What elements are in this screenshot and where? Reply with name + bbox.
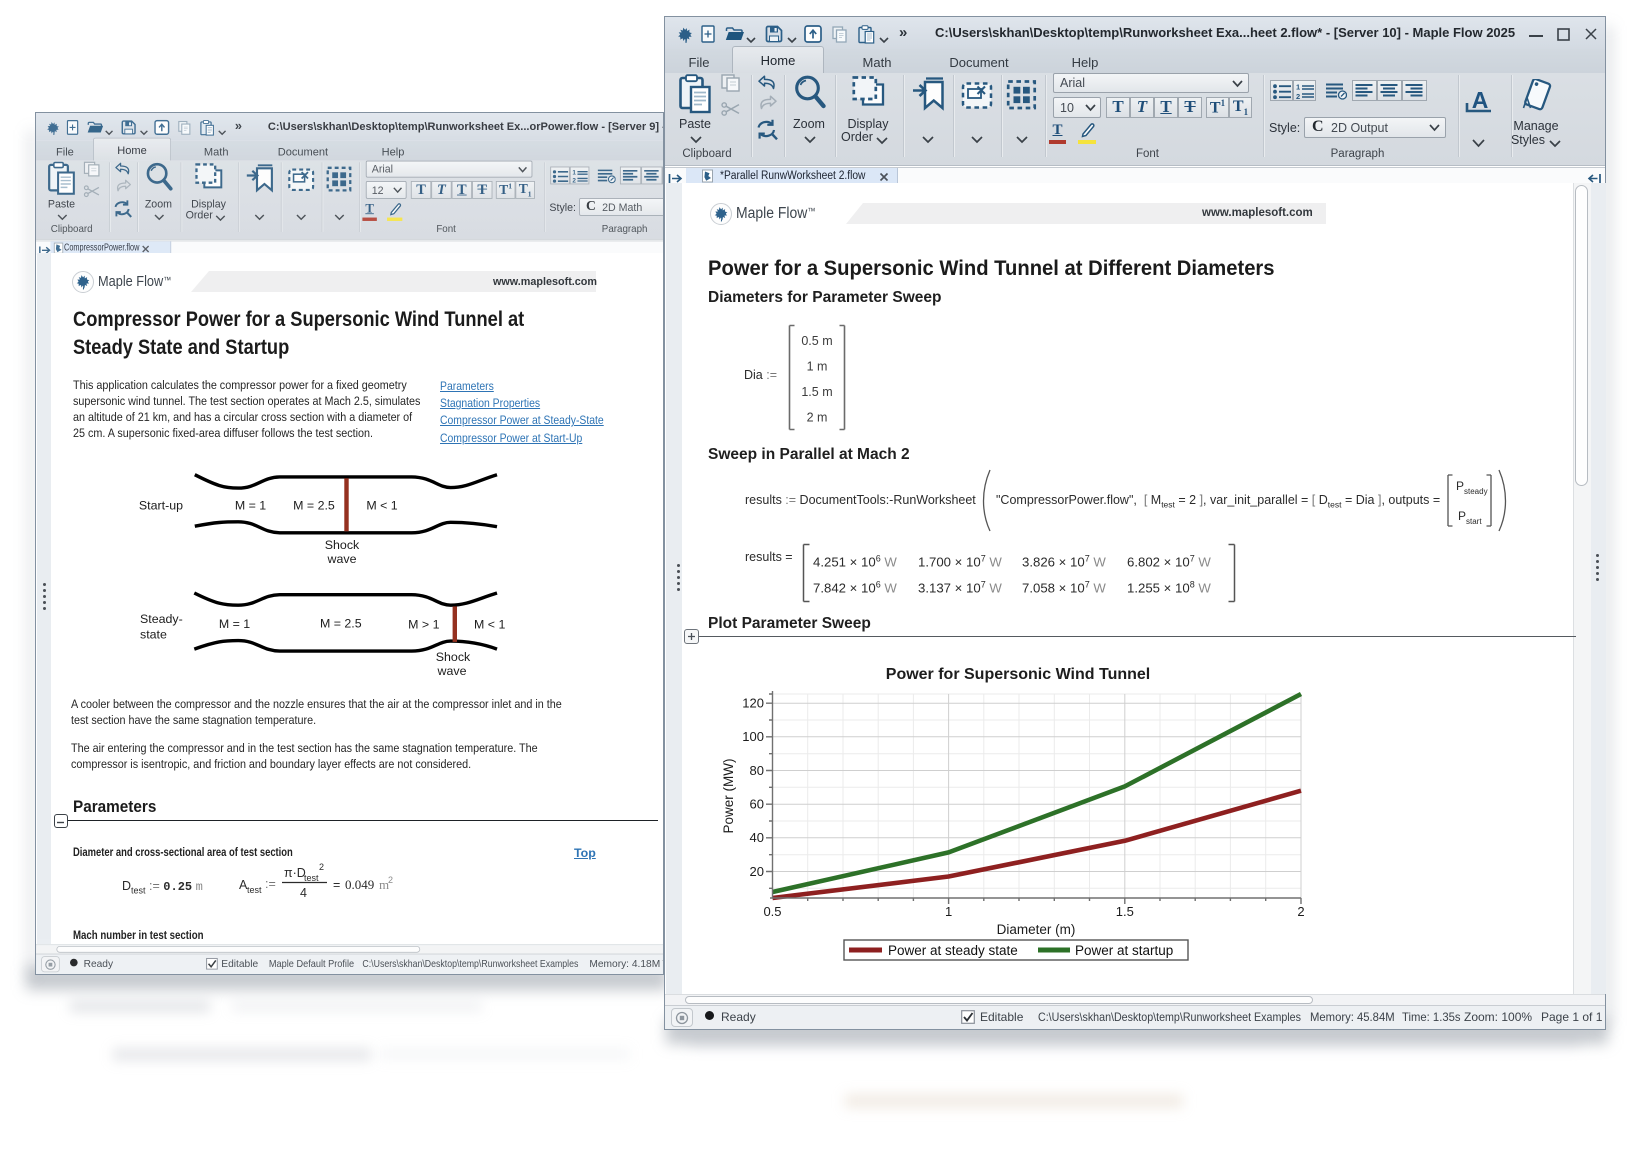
svg-text:2 m: 2 m <box>807 411 828 425</box>
svg-text:2: 2 <box>388 875 393 885</box>
svg-text:Power for Supersonic Wind Tunn: Power for Supersonic Wind Tunnel <box>886 666 1150 683</box>
svg-text:4: 4 <box>300 886 307 900</box>
svg-text:3.137 × 107 W: 3.137 × 107 W <box>918 580 1002 596</box>
svg-text:0.049: 0.049 <box>345 877 374 892</box>
svg-text:20: 20 <box>750 864 764 879</box>
svg-text:80: 80 <box>750 763 764 778</box>
svg-text:P: P <box>1456 479 1464 493</box>
svg-text:2: 2 <box>572 177 576 183</box>
svg-text:60: 60 <box>750 797 764 812</box>
svg-text:1: 1 <box>1296 83 1300 92</box>
svg-text:test: test <box>247 885 262 895</box>
svg-text:120: 120 <box>742 696 764 711</box>
svg-text:=: = <box>333 878 340 892</box>
svg-text:0.5: 0.5 <box>763 904 781 919</box>
svg-text:7.842 × 106 W: 7.842 × 106 W <box>813 580 897 596</box>
svg-text:1: 1 <box>572 169 576 176</box>
svg-text:P: P <box>1458 509 1466 523</box>
svg-text:1.255 × 108 W: 1.255 × 108 W <box>1127 580 1211 596</box>
svg-text:1.5 m: 1.5 m <box>801 385 832 399</box>
svg-text:1: 1 <box>945 904 952 919</box>
svg-text:M > 1: M > 1 <box>408 618 439 632</box>
svg-text:Diameter (m): Diameter (m) <box>997 922 1076 937</box>
svg-text:7.058 × 107 W: 7.058 × 107 W <box>1022 580 1106 596</box>
svg-text:A: A <box>1472 89 1489 113</box>
svg-text:3.826 × 107 W: 3.826 × 107 W <box>1022 554 1106 570</box>
svg-text:0.5 m: 0.5 m <box>801 334 832 348</box>
svg-text:wave: wave <box>437 664 467 678</box>
svg-text:wave: wave <box>327 552 357 566</box>
svg-text:2: 2 <box>1296 92 1300 100</box>
svg-text:2: 2 <box>319 862 324 872</box>
svg-text:state: state <box>140 628 167 642</box>
svg-text:M = 2.5: M = 2.5 <box>293 499 335 513</box>
svg-text:M = 2.5: M = 2.5 <box>320 617 362 631</box>
svg-text:100: 100 <box>742 729 764 744</box>
svg-text:test: test <box>304 873 319 883</box>
svg-text:Power at startup: Power at startup <box>1075 943 1173 958</box>
svg-text:2: 2 <box>1297 904 1304 919</box>
svg-text:π·D: π·D <box>284 866 306 880</box>
svg-text:6.802 × 107 W: 6.802 × 107 W <box>1127 554 1211 570</box>
svg-text:4.251 × 106 W: 4.251 × 106 W <box>813 554 897 570</box>
svg-text:Shock: Shock <box>325 538 360 552</box>
svg-text:1 m: 1 m <box>807 360 828 374</box>
svg-text:Power at steady state: Power at steady state <box>888 943 1018 958</box>
svg-text:M = 1: M = 1 <box>235 499 266 513</box>
svg-text:M < 1: M < 1 <box>474 618 505 632</box>
svg-text::=: := <box>265 877 276 891</box>
svg-text:1.5: 1.5 <box>1116 904 1134 919</box>
svg-text:start: start <box>1466 517 1482 526</box>
svg-text:M = 1: M = 1 <box>219 617 250 631</box>
svg-text:Start-up: Start-up <box>139 499 183 513</box>
svg-text:40: 40 <box>750 830 764 845</box>
svg-text:steady: steady <box>1464 487 1488 496</box>
svg-text:Shock: Shock <box>436 650 471 664</box>
svg-text:M < 1: M < 1 <box>366 499 397 513</box>
svg-text:1.700 × 107 W: 1.700 × 107 W <box>918 554 1002 570</box>
svg-text:Steady-: Steady- <box>140 612 183 626</box>
svg-text:Power (MW): Power (MW) <box>721 759 736 834</box>
